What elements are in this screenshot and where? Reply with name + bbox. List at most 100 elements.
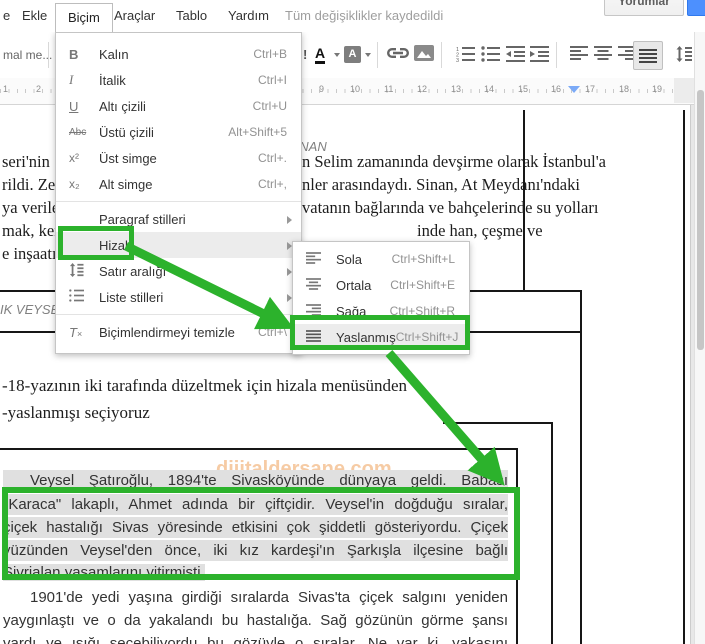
numbered-list-icon[interactable]: 123 — [456, 46, 475, 67]
table-border — [551, 422, 553, 644]
menu-item-paragraf-stilleri[interactable]: Paragraf stilleri — [56, 206, 301, 232]
menu-duzenle-clipped[interactable]: e — [3, 8, 10, 23]
comments-button[interactable]: Yorumlar — [604, 0, 684, 16]
menu-bar: e Ekle Biçim Araçlar Tablo Yardım Tüm de… — [0, 0, 705, 32]
indent-marker[interactable] — [568, 86, 580, 93]
line-spacing-icon[interactable] — [676, 46, 692, 67]
table-border — [443, 422, 553, 424]
align-center-icon — [306, 277, 336, 293]
superscript-icon: x² — [69, 151, 79, 165]
ruler-number: 12 — [417, 84, 428, 94]
menu-bicim[interactable]: Biçim — [55, 3, 113, 32]
paragraph-fragment: mak, ker — [2, 221, 60, 240]
scrollbar-thumb[interactable] — [697, 90, 704, 350]
text-line[interactable]: 1901'de yedi yaşına girdiği sıralarda Si… — [3, 587, 508, 608]
menu-separator — [56, 201, 301, 202]
ruler-number: 13 — [451, 84, 462, 94]
menu-item-satir-araligi[interactable]: Satır aralığı — [56, 258, 301, 284]
format-menu: B Kalın Ctrl+B I İtalik Ctrl+I U Altı çi… — [55, 32, 302, 354]
instruction-line: -yaslanmışı seçiyoruz — [2, 403, 150, 422]
insert-link-icon[interactable] — [386, 46, 410, 64]
menu-ekle[interactable]: Ekle — [22, 8, 47, 23]
menu-araclar[interactable]: Araçlar — [114, 8, 155, 23]
svg-text:3: 3 — [456, 58, 459, 62]
paragraph-fragment: vatanın bağlarında ve bahçelerinde su yo… — [302, 198, 599, 217]
menu-item-liste-stilleri[interactable]: Liste stilleri — [56, 284, 301, 310]
submenu-item-yaslanmis[interactable]: Yaslanmış Ctrl+Shift+J — [293, 324, 469, 350]
paragraph-fragment: e inşaatı — [2, 244, 57, 263]
menu-item-hizala[interactable]: Hizala — [56, 232, 301, 258]
instruction-line: -18-yazının iki tarafında düzeltmek için… — [2, 376, 408, 395]
share-button[interactable] — [687, 0, 705, 16]
paragraph-style-selector[interactable]: mal me... — [3, 48, 52, 62]
strikethrough-icon: Abc — [69, 126, 87, 138]
ruler-number: 15 — [518, 84, 529, 94]
google-docs-window: SİNAN n Selim zamanında devşirme olarak … — [0, 0, 705, 644]
text-line[interactable]: vardı ve ışığı seçebiliyordu bu gözüyle … — [3, 633, 508, 644]
ruler-number: 1 — [3, 84, 9, 94]
paragraph-fragment: inde han, çeşme ve — [417, 221, 543, 240]
table-border — [0, 448, 518, 450]
table-border — [580, 290, 582, 644]
subscript-icon: x₂ — [69, 177, 80, 191]
paragraph-fragment: rildi. Zel — [2, 175, 60, 194]
align-justify-icon — [639, 48, 657, 63]
align-left-icon[interactable] — [570, 46, 588, 65]
menu-item-alti-cizili[interactable]: U Altı çizili Ctrl+U — [56, 93, 301, 119]
bulleted-list-icon[interactable] — [481, 46, 500, 67]
ruler-number: 9 — [319, 84, 325, 94]
highlight-dropdown-icon[interactable] — [365, 53, 371, 57]
align-center-icon[interactable] — [594, 46, 612, 65]
paragraph-fragment: n Selim zamanında devşirme olarak İstanb… — [302, 152, 607, 171]
text-color-dropdown-icon[interactable] — [334, 53, 340, 57]
insert-image-icon[interactable] — [414, 45, 434, 66]
menu-item-kalin[interactable]: B Kalın Ctrl+B — [56, 41, 301, 67]
save-status: Tüm değişiklikler kaydedildi — [285, 8, 444, 23]
ruler-number: 18 — [619, 84, 630, 94]
ruler-number: 10 — [350, 84, 361, 94]
table-border — [516, 448, 518, 644]
paragraph-fragment: ya verile — [2, 198, 60, 217]
ruler-number: 17 — [585, 84, 596, 94]
table-border — [683, 110, 685, 644]
decrease-indent-icon[interactable] — [506, 46, 525, 67]
align-left-icon — [306, 251, 336, 267]
highlight-color-button[interactable]: A — [344, 46, 361, 63]
text-color-button[interactable]: A — [315, 46, 326, 64]
paragraph-fragment: seri'nin — [2, 152, 50, 171]
menu-item-ustu-cizili[interactable]: Abc Üstü çizili Alt+Shift+5 — [56, 119, 301, 145]
ruler-number: 14 — [484, 84, 495, 94]
vertical-scrollbar[interactable] — [694, 14, 705, 644]
line-spacing-icon — [69, 262, 99, 280]
ruler-number: 11 — [384, 84, 394, 94]
text-line[interactable]: yaygınlaştı ve o da yakalandı bu hastalı… — [3, 610, 508, 631]
submenu-item-sola[interactable]: Sola Ctrl+Shift+L — [293, 246, 469, 272]
align-right-icon — [306, 303, 336, 319]
menu-item-italik[interactable]: I İtalik Ctrl+I — [56, 67, 301, 93]
ruler-number: 2 — [36, 84, 42, 94]
paragraph-fragment: nler arasındaydı. Sinan, At Meydanı'ndak… — [302, 175, 580, 194]
menu-item-bicimlendirmeyi-temizle[interactable]: T× Biçimlendirmeyi temizle Ctrl+\ — [56, 319, 301, 345]
selected-text-line[interactable]: yüzünden Veysel'den önce, iki kız kardeş… — [3, 540, 508, 561]
submenu-arrow-icon — [287, 216, 292, 224]
menu-item-alt-simge[interactable]: x₂ Alt simge Ctrl+, — [56, 171, 301, 197]
list-styles-icon — [69, 289, 99, 305]
menu-tablo[interactable]: Tablo — [176, 8, 207, 23]
menu-separator — [56, 314, 301, 315]
bold-icon: B — [69, 46, 79, 62]
align-submenu: Sola Ctrl+Shift+L Ortala Ctrl+Shift+E Sa… — [292, 241, 470, 355]
selected-text-line[interactable]: Sivrialan yaşamlarını yitirmişti. — [3, 562, 508, 583]
ruler-number: 16 — [551, 84, 562, 94]
selected-text-line[interactable]: "Karaca" lakaplı, Ahmet adında bir çiftç… — [3, 494, 508, 515]
align-justify-button-active[interactable] — [633, 41, 663, 70]
selected-text-line[interactable]: Veysel Şatıroğlu, 1894'te Sivasköyünde d… — [3, 470, 508, 491]
menu-yardim[interactable]: Yardım — [228, 8, 269, 23]
submenu-item-ortala[interactable]: Ortala Ctrl+Shift+E — [293, 272, 469, 298]
selected-text-line[interactable]: çiçek hastalığı Sivas yöresinde etkisini… — [3, 517, 508, 538]
submenu-item-saga[interactable]: Sağa Ctrl+Shift+R — [293, 298, 469, 324]
underline-icon: U — [69, 98, 79, 114]
increase-indent-icon[interactable] — [530, 46, 549, 67]
ruler-number: 19 — [652, 84, 663, 94]
menu-item-ust-simge[interactable]: x² Üst simge Ctrl+. — [56, 145, 301, 171]
italic-icon: I — [69, 72, 74, 87]
